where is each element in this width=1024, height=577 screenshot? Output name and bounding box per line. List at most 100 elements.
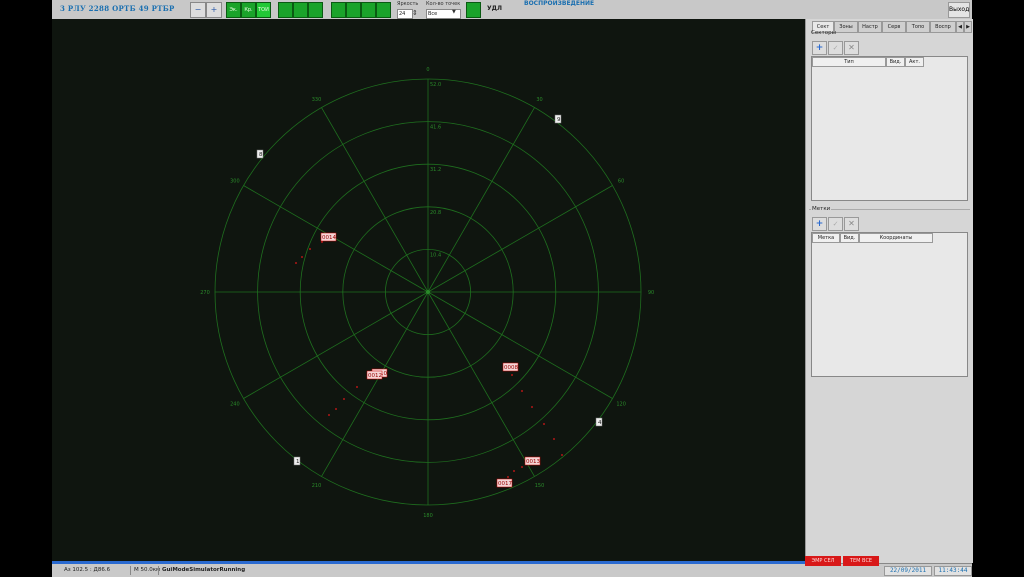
- sectors-title: Секторы: [811, 30, 836, 36]
- marks-table[interactable]: Метка Вид. Координаты: [811, 232, 968, 377]
- map-marker-label[interactable]: 9: [557, 117, 561, 123]
- azimuth-readout: Аз 102.5 : Д86.6: [64, 567, 111, 573]
- edit-sector-icon[interactable]: ✓: [828, 41, 843, 55]
- bearing-label: 240: [230, 402, 240, 408]
- column-header-visible[interactable]: Вид.: [886, 57, 905, 67]
- track-point: [531, 406, 533, 408]
- layer-button-2[interactable]: [293, 2, 308, 18]
- zoom-in-icon[interactable]: +: [206, 2, 222, 18]
- mode-button-ek[interactable]: Эк.: [226, 2, 241, 18]
- map-marker-label[interactable]: 1: [296, 459, 300, 465]
- bearing-line: [427, 291, 535, 477]
- filter-button-3[interactable]: [361, 2, 376, 18]
- target-label[interactable]: 0013: [526, 459, 540, 465]
- bearing-label: 180: [423, 513, 433, 519]
- tab-zones[interactable]: Зоны: [834, 21, 858, 33]
- track-point: [543, 423, 545, 425]
- brightness-stepper-icon[interactable]: ⇕: [412, 9, 418, 17]
- time-readout: 11:43:44: [934, 566, 972, 576]
- range-label: 20.8: [430, 210, 441, 216]
- bearing-line: [321, 107, 429, 293]
- layer-button-1[interactable]: [278, 2, 293, 18]
- range-label: 10.4: [430, 252, 441, 258]
- track-point: [356, 386, 358, 388]
- top-toolbar: 3 РЛУ 2288 ОРТБ 49 РТБР − + Эк. Кр. ТОИ …: [52, 0, 972, 20]
- track-point: [521, 390, 523, 392]
- red-button-1[interactable]: ЭМР СЕЛ: [805, 556, 841, 566]
- track-point: [553, 438, 555, 440]
- side-panel: Сект Зоны Настр Серв Топо Воспр ◀ ▶ Сект…: [805, 19, 973, 563]
- column-header-type[interactable]: Тип: [812, 57, 886, 67]
- bearing-label: 210: [312, 483, 322, 489]
- tab-service[interactable]: Серв: [882, 21, 906, 33]
- chevron-down-icon[interactable]: ▼: [452, 9, 456, 15]
- track-point: [507, 476, 509, 478]
- map-marker-label[interactable]: 8: [259, 152, 263, 158]
- green-toggle-button[interactable]: [466, 2, 481, 18]
- sectors-table[interactable]: Тип Вид. Акт.: [811, 56, 968, 201]
- target-label[interactable]: 0014: [322, 235, 336, 241]
- column-header-mark[interactable]: Метка: [812, 233, 840, 243]
- radar-svg: 10.4 20.8 31.2 41.6 52.0 0 30 60 90 120 150 180 210 2…: [200, 67, 654, 519]
- track-point: [561, 454, 563, 456]
- target-label[interactable]: 0017: [498, 481, 512, 487]
- radar-grid: [214, 78, 642, 506]
- track-point: [295, 262, 297, 264]
- tab-topo[interactable]: Топо: [906, 21, 930, 33]
- column-header-coordinates[interactable]: Координаты: [859, 233, 933, 243]
- column-header-active[interactable]: Акт.: [905, 57, 924, 67]
- map-marker-label[interactable]: 4: [598, 420, 602, 426]
- radar-display[interactable]: 10.4 20.8 31.2 41.6 52.0 0 30 60 90 120 150 180 210 2…: [52, 19, 805, 563]
- mode-readout: GuiModeSimulatorRunning: [158, 566, 245, 575]
- bearing-line: [427, 107, 535, 293]
- bearing-label: 120: [616, 402, 626, 408]
- filter-button-1[interactable]: [331, 2, 346, 18]
- points-label: Кол-во точек: [426, 1, 461, 7]
- brightness-field[interactable]: 24: [397, 9, 413, 19]
- edit-mark-icon[interactable]: ✓: [828, 217, 843, 231]
- tab-scroll-right-icon[interactable]: ▶: [964, 21, 972, 33]
- bearing-line: [243, 291, 429, 399]
- column-header-mark-visible[interactable]: Вид.: [840, 233, 859, 243]
- add-sector-icon[interactable]: +: [812, 41, 827, 55]
- tab-playback[interactable]: Воспр: [930, 21, 956, 33]
- bearing-label: 30: [536, 97, 542, 103]
- bearing-label: 150: [535, 483, 545, 489]
- zoom-out-icon[interactable]: −: [190, 2, 206, 18]
- red-button-2[interactable]: ТЕМ ВСЕ: [843, 556, 879, 566]
- bearing-label: 270: [200, 290, 210, 296]
- date-readout: 22/09/2011: [884, 566, 932, 576]
- track-point: [513, 470, 515, 472]
- udl-button[interactable]: УДЛ: [487, 2, 505, 16]
- range-label: 41.6: [430, 125, 441, 131]
- bearing-line: [427, 291, 613, 399]
- radar-application-window: 3 РЛУ 2288 ОРТБ 49 РТБР − + Эк. Кр. ТОИ …: [52, 0, 973, 577]
- mode-button-kr[interactable]: Кр.: [241, 2, 256, 18]
- layer-button-3[interactable]: [308, 2, 323, 18]
- exit-button[interactable]: Выход: [948, 2, 970, 18]
- target-label[interactable]: 0012: [368, 373, 382, 379]
- track-point: [511, 374, 513, 376]
- track-point: [321, 241, 323, 243]
- delete-mark-icon[interactable]: ✕: [844, 217, 859, 231]
- track-point: [328, 414, 330, 416]
- bearing-line: [321, 291, 429, 477]
- track-point: [309, 248, 311, 250]
- tab-scroll-left-icon[interactable]: ◀: [956, 21, 964, 33]
- range-label: 52.0: [430, 82, 441, 88]
- playback-label: ВОСПРОИЗВЕДЕНИЕ: [524, 0, 595, 7]
- tab-settings[interactable]: Настр: [858, 21, 882, 33]
- mode-button-toi[interactable]: ТОИ: [256, 2, 271, 18]
- bearing-label: 0: [426, 67, 429, 73]
- track-point: [301, 256, 303, 258]
- filter-button-2[interactable]: [346, 2, 361, 18]
- bearing-label: 60: [618, 179, 624, 185]
- bearing-label: 330: [312, 97, 322, 103]
- brightness-label: Яркость: [397, 1, 419, 7]
- target-label[interactable]: 0008: [504, 365, 518, 371]
- status-bar: Аз 102.5 : Д86.6 М 50.0км GuiModeSimulat…: [52, 556, 972, 577]
- delete-sector-icon[interactable]: ✕: [844, 41, 859, 55]
- filter-button-4[interactable]: [376, 2, 391, 18]
- range-label: 31.2: [430, 167, 441, 173]
- add-mark-icon[interactable]: +: [812, 217, 827, 231]
